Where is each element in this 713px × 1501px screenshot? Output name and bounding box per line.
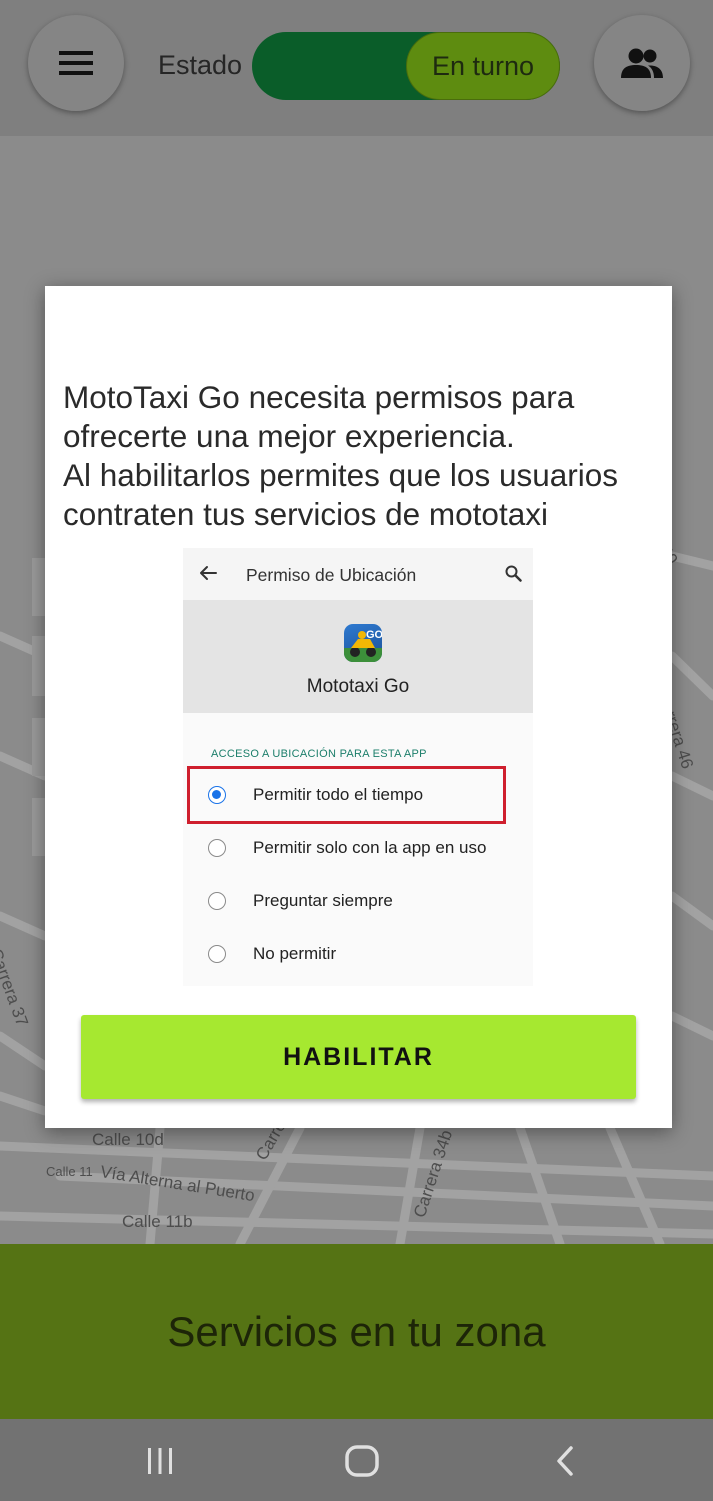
status-label: Estado (158, 50, 243, 80)
example-option-ask: Preguntar siempre (183, 883, 533, 923)
example-option-deny: No permitir (183, 936, 533, 976)
example-section-label: ACCESO A UBICACIÓN PARA ESTA APP (211, 748, 427, 760)
home-icon (345, 1445, 379, 1477)
example-title: Permiso de Ubicación (246, 565, 417, 585)
street-label-calle-11b: Calle 11b (122, 1212, 193, 1231)
highlight-box (187, 766, 506, 824)
example-option-label: No permitir (253, 944, 337, 963)
app-icon-text: GO (366, 629, 382, 641)
dialog-message-line-2: Al habilitarlos permites que los usuario… (63, 457, 619, 532)
status-toggle-knob[interactable]: En turno (406, 32, 560, 100)
home-button[interactable] (340, 1439, 384, 1483)
people-icon (621, 48, 663, 78)
search-icon (505, 565, 522, 582)
example-app-name: Mototaxi Go (306, 676, 410, 697)
arrow-left-icon (200, 566, 217, 580)
radio-unselected-icon (208, 945, 226, 963)
street-label-calle-11: Calle 11 (46, 1164, 93, 1179)
services-zone-text: Servicios en tu zona (167, 1307, 546, 1355)
example-option-label: Preguntar siempre (253, 891, 393, 910)
profile-button[interactable] (594, 15, 690, 111)
example-header: Permiso de Ubicación (183, 548, 533, 600)
menu-button[interactable] (28, 15, 124, 111)
back-chevron-icon (557, 1446, 573, 1476)
recent-apps-button[interactable] (140, 1439, 180, 1483)
dialog-message-line-1: MotoTaxi Go necesita permisos para ofrec… (63, 379, 575, 454)
permission-dialog: MotoTaxi Go necesita permisos para ofrec… (45, 286, 672, 1128)
recent-apps-icon (148, 1448, 172, 1474)
example-option-label: Permitir solo con la app en uso (253, 838, 487, 857)
back-button[interactable] (545, 1439, 585, 1483)
example-option-in-use: Permitir solo con la app en uso (183, 830, 533, 870)
dialog-message: MotoTaxi Go necesita permisos para ofrec… (63, 378, 663, 534)
example-app-band: GO Mototaxi Go (183, 600, 533, 713)
hamburger-menu-icon (59, 51, 93, 75)
top-bar: Estado En turno (0, 0, 713, 136)
status-toggle[interactable]: En turno (252, 32, 560, 100)
services-zone-bar[interactable]: Servicios en tu zona (0, 1244, 713, 1419)
permission-example-image: Permiso de Ubicación GO Mototaxi Go ACCE… (183, 548, 533, 986)
radio-unselected-icon (208, 892, 226, 910)
street-label-calle-10d: Calle 10d (92, 1130, 164, 1149)
radio-unselected-icon (208, 839, 226, 857)
mototaxi-app-icon: GO (344, 624, 382, 662)
enable-button[interactable]: HABILITAR (81, 1015, 636, 1099)
system-nav-bar (0, 1419, 713, 1501)
